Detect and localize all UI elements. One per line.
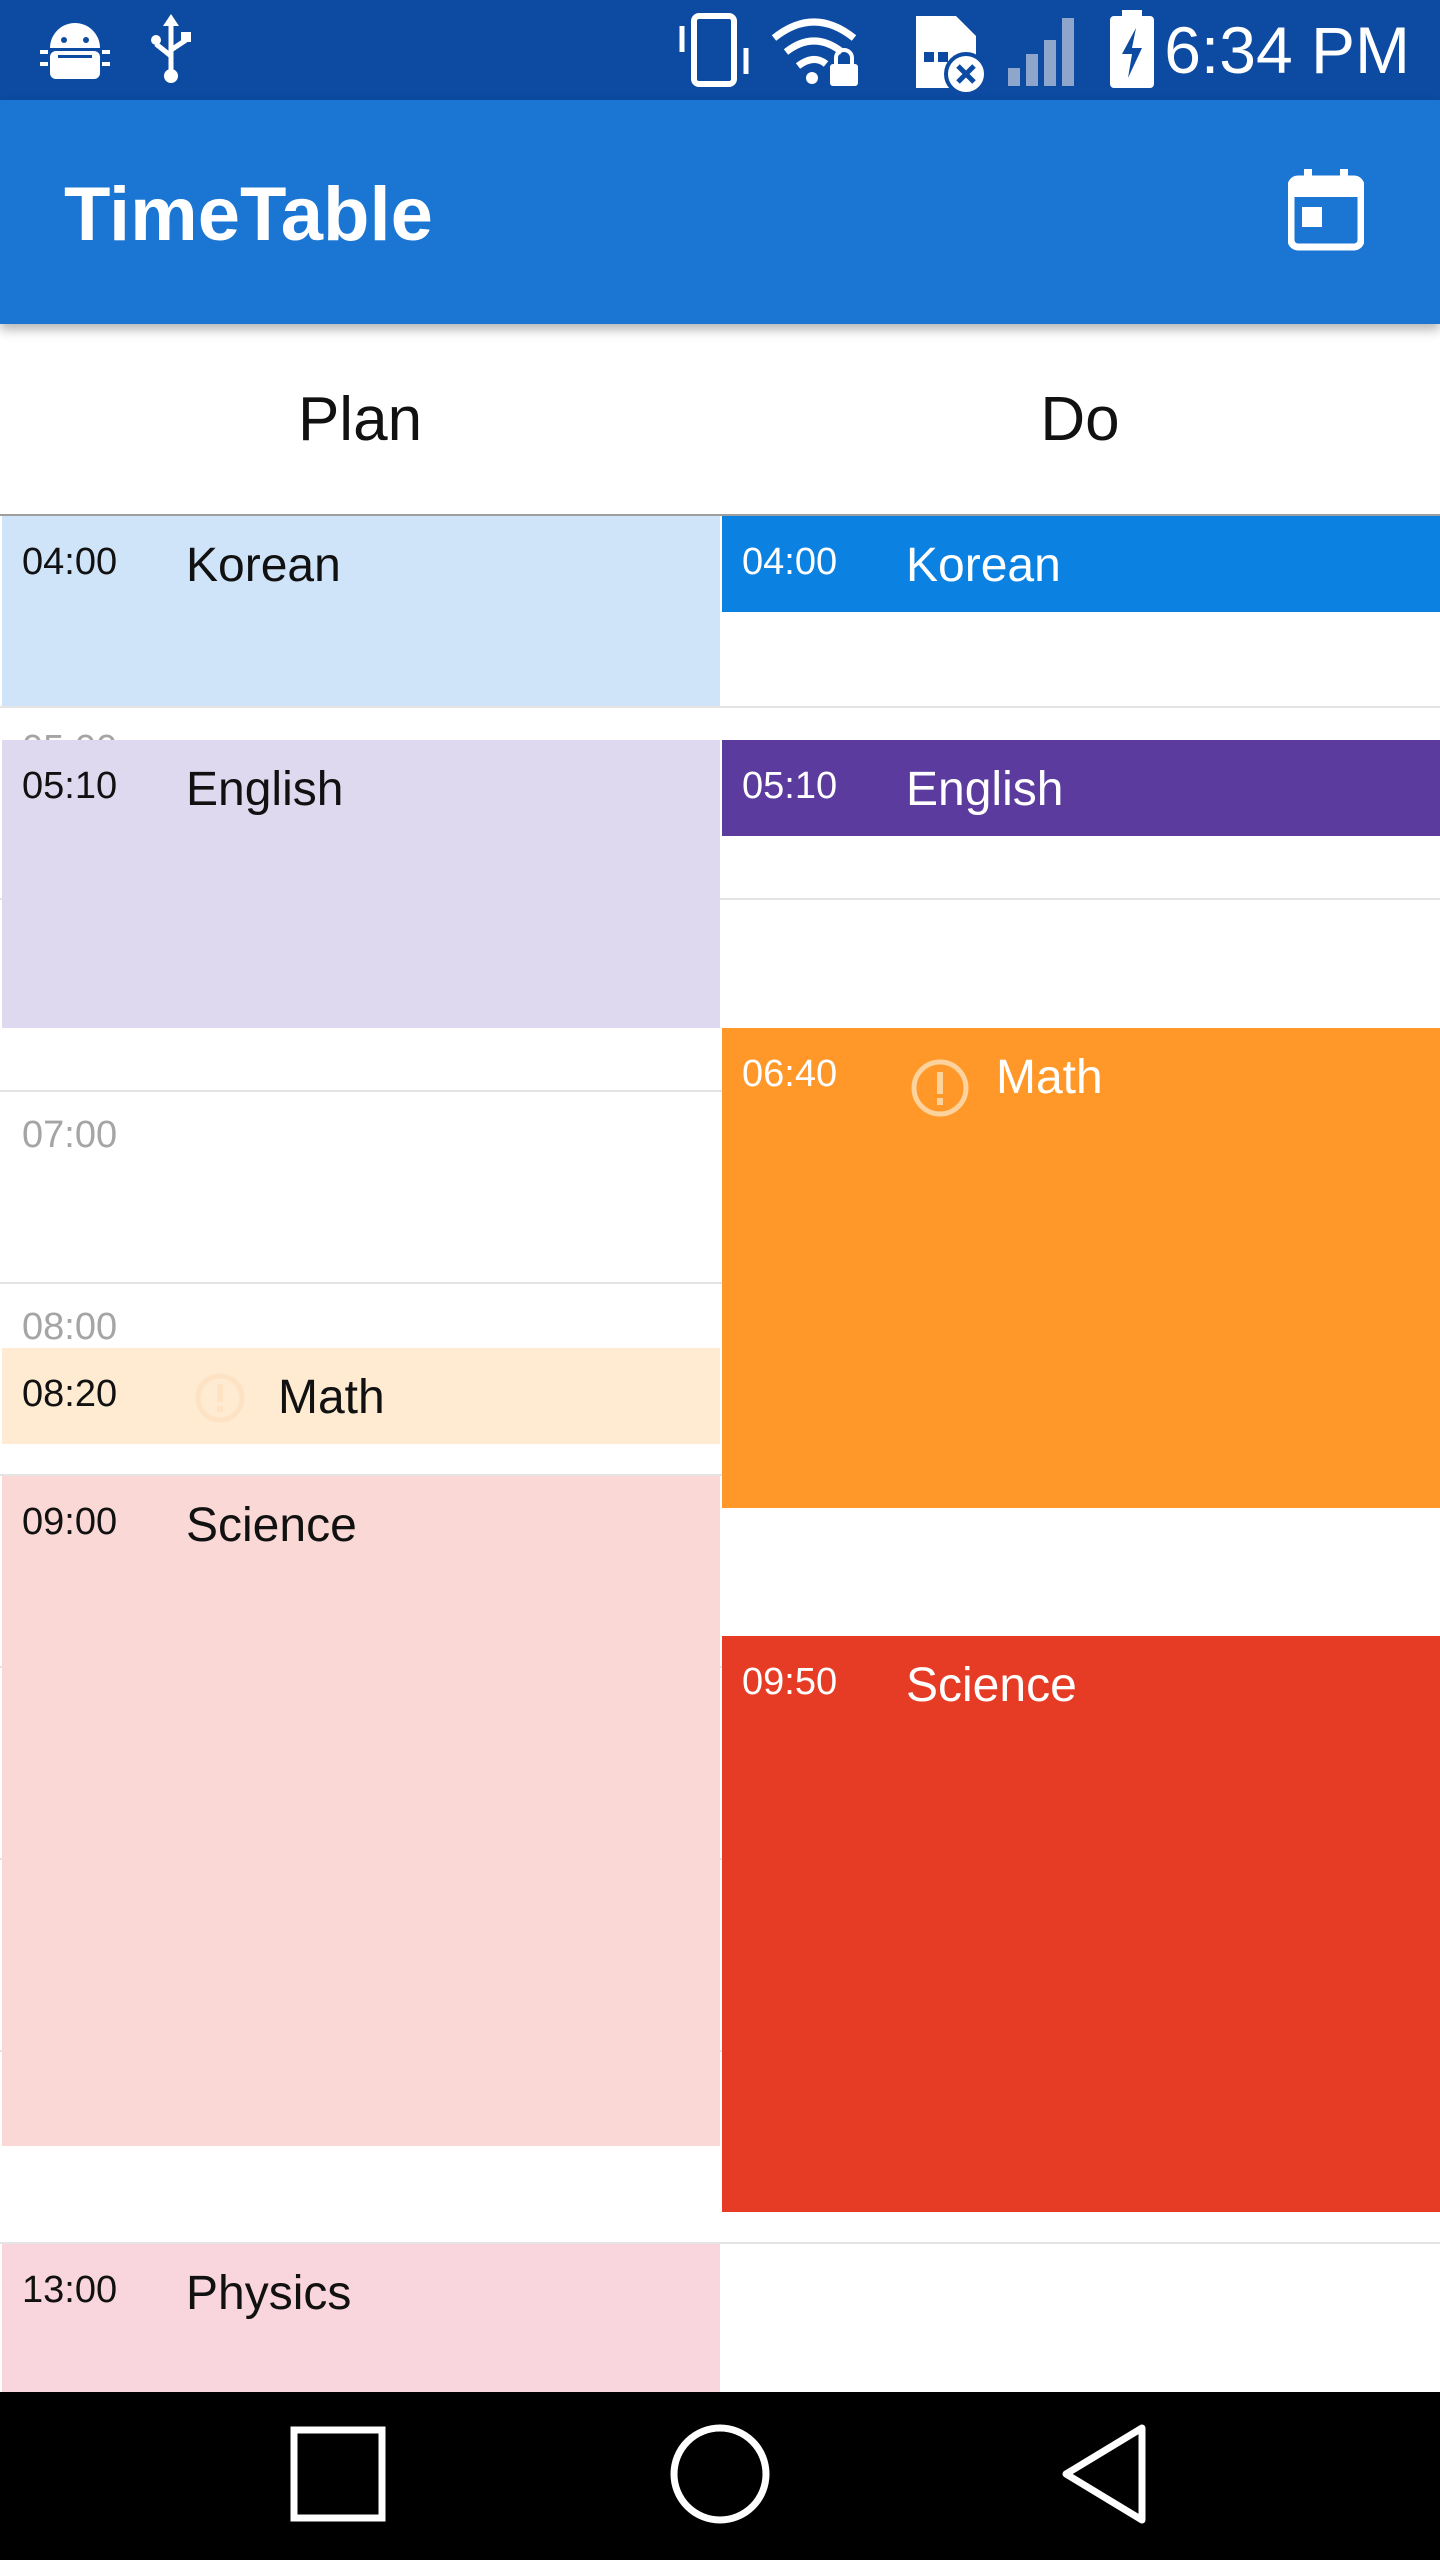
event-time: 09:50 — [742, 1661, 838, 1703]
vibrate-icon — [672, 12, 756, 93]
event-title: Physics — [186, 2267, 352, 2320]
warning-icon — [192, 1370, 252, 1430]
status-bar: 6:34 PM — [0, 0, 1440, 100]
wifi-lock-icon — [770, 16, 862, 93]
event-title: English — [186, 763, 344, 816]
recents-button[interactable] — [276, 2414, 400, 2538]
plan-event-physics[interactable]: 13:00 Physics — [2, 2244, 720, 2392]
event-time: 13:00 — [22, 2269, 118, 2311]
back-triangle-icon — [1056, 2422, 1156, 2531]
signal-icon — [1006, 14, 1086, 93]
event-title: Science — [186, 1499, 357, 1552]
home-button[interactable] — [658, 2414, 782, 2538]
plan-event-science[interactable]: 09:00 Science — [2, 1476, 720, 2146]
do-event-science[interactable]: 09:50 Science — [722, 1636, 1440, 2212]
calendar-button[interactable] — [1276, 162, 1376, 262]
event-title: Math — [996, 1051, 1103, 1104]
do-event-math[interactable]: 06:40 Math — [722, 1028, 1440, 1508]
back-button[interactable] — [1044, 2414, 1168, 2538]
column-header-do: Do — [1040, 384, 1120, 454]
event-title: Korean — [186, 539, 341, 592]
warning-icon — [908, 1056, 969, 1117]
app-bar: TimeTable — [0, 100, 1440, 324]
plan-event-math[interactable]: 08:20 Math — [2, 1348, 720, 1444]
plan-event-korean[interactable]: 04:00 Korean — [2, 516, 720, 706]
event-time: 04:00 — [22, 541, 118, 583]
column-header-plan: Plan — [297, 384, 423, 454]
app-title: TimeTable — [64, 172, 433, 257]
event-time: 09:00 — [22, 1501, 118, 1543]
calendar-today-icon — [1287, 168, 1365, 256]
event-title: Korean — [906, 539, 1061, 592]
home-circle-icon — [668, 2422, 772, 2531]
do-event-english[interactable]: 05:10 English — [722, 740, 1440, 836]
navigation-bar — [0, 2392, 1440, 2560]
status-time: 6:34 PM — [1164, 13, 1410, 87]
event-time: 05:10 — [22, 765, 118, 807]
recents-square-icon — [288, 2424, 388, 2529]
event-time: 05:10 — [742, 765, 838, 807]
usb-icon — [148, 14, 194, 89]
android-debug-icon — [40, 20, 110, 87]
sim-error-icon — [910, 12, 990, 103]
event-time: 04:00 — [742, 541, 838, 583]
battery-charging-icon — [1108, 10, 1156, 95]
plan-event-english[interactable]: 05:10 English — [2, 740, 720, 1028]
hour-label: 07:00 — [22, 1114, 118, 1156]
do-event-korean[interactable]: 04:00 Korean — [722, 516, 1440, 612]
event-title: English — [906, 763, 1064, 816]
event-time: 06:40 — [742, 1053, 838, 1095]
event-time: 08:20 — [22, 1373, 118, 1415]
event-title: Science — [906, 1659, 1077, 1712]
hour-label: 08:00 — [22, 1306, 118, 1348]
hour-line — [0, 706, 1440, 708]
screen: 6:34 PM TimeTable Plan Do 07:00 08:00 04… — [0, 0, 1440, 2560]
event-title: Math — [278, 1371, 385, 1424]
